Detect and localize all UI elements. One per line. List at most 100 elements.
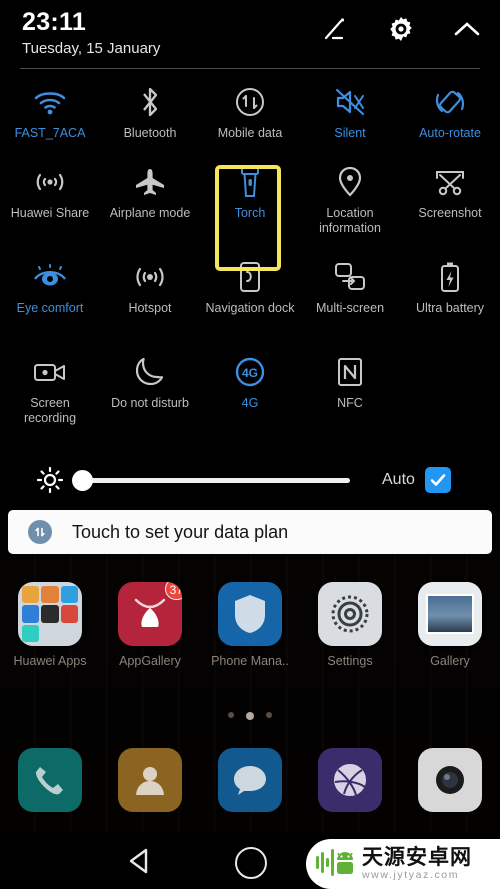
- tile-do-not-disturb[interactable]: Do not disturb: [100, 350, 200, 445]
- huawei-share-icon: [33, 160, 67, 204]
- camera-icon: [418, 748, 482, 812]
- folder-icon: [18, 582, 82, 646]
- brightness-row: Auto: [0, 455, 500, 505]
- tile-auto-rotate[interactable]: Auto-rotate: [400, 80, 500, 160]
- dock-item-phone[interactable]: [0, 748, 100, 812]
- tile-label: Auto-rotate: [419, 126, 481, 140]
- tile-label: NFC: [337, 396, 363, 410]
- torch-icon: [238, 160, 262, 204]
- tile-label: 4G: [241, 396, 259, 410]
- silent-icon: [334, 80, 366, 124]
- home-app-huawei-apps[interactable]: Huawei Apps: [0, 582, 100, 668]
- tile-screen-recording[interactable]: Screen recording: [0, 350, 100, 445]
- svg-text:4G: 4G: [242, 366, 258, 380]
- screenshot-icon: [434, 160, 466, 204]
- back-triangle-icon[interactable]: [126, 847, 152, 880]
- tile-label: Navigation dock: [205, 301, 295, 315]
- tile-mobile-data[interactable]: Mobile data: [200, 80, 300, 160]
- home-app-grid: Huawei Apps 37 AppGallery Phone Mana.. S…: [0, 582, 500, 668]
- notification-text: Touch to set your data plan: [72, 521, 289, 542]
- dock-item-camera[interactable]: [400, 748, 500, 812]
- tile-label: Do not disturb: [111, 396, 189, 410]
- home-app-settings[interactable]: Settings: [300, 582, 400, 668]
- appgallery-icon: 37: [118, 582, 182, 646]
- screen-recording-icon: [33, 350, 67, 394]
- tile-multi-screen[interactable]: Multi-screen: [300, 255, 400, 350]
- tile-4g[interactable]: 4G 4G: [200, 350, 300, 445]
- tile-silent[interactable]: Silent: [300, 80, 400, 160]
- tile-ultra-battery[interactable]: Ultra battery: [400, 255, 500, 350]
- settings-gear-icon: [318, 582, 382, 646]
- settings-gear-icon[interactable]: [386, 14, 416, 44]
- bluetooth-icon: [138, 80, 162, 124]
- app-label: Phone Mana..: [211, 654, 289, 668]
- tile-row-2: Huawei Share Airplane mode Torch Locatio…: [0, 160, 500, 255]
- browser-icon: [318, 748, 382, 812]
- app-label: AppGallery: [119, 654, 181, 668]
- tile-label: Silent: [334, 126, 366, 140]
- wifi-icon: [33, 80, 67, 124]
- tile-label: Airplane mode: [109, 206, 191, 220]
- page-dot: [228, 712, 234, 718]
- watermark-url: www.jytyaz.com: [362, 868, 460, 881]
- status-date: Tuesday, 15 January: [22, 40, 161, 57]
- auto-brightness-checkbox[interactable]: [424, 467, 451, 493]
- tile-label: Mobile data: [217, 126, 283, 140]
- tile-label: Hotspot: [128, 301, 172, 315]
- tile-row-1: FAST_7ACA Bluetooth Mobile data Silent A…: [0, 80, 500, 160]
- tile-hotspot[interactable]: Hotspot: [100, 255, 200, 350]
- tile-label: Screenshot: [418, 206, 482, 220]
- tile-torch[interactable]: Torch: [200, 160, 300, 255]
- brightness-slider[interactable]: [72, 469, 350, 491]
- tile-location-information[interactable]: Location information: [300, 160, 400, 255]
- page-dot-active: [246, 712, 254, 720]
- ultra-battery-icon: [439, 255, 461, 299]
- airplane-icon: [134, 160, 166, 204]
- panel-header: 23:11 Tuesday, 15 January: [0, 0, 500, 69]
- home-app-gallery[interactable]: Gallery: [400, 582, 500, 668]
- brightness-slider-thumb[interactable]: [72, 469, 93, 491]
- navigation-dock-icon: [238, 255, 262, 299]
- tile-label: Bluetooth: [123, 126, 177, 140]
- phone-manager-shield-icon: [218, 582, 282, 646]
- app-label: Gallery: [430, 654, 470, 668]
- auto-brightness-label: Auto: [382, 471, 415, 488]
- tile-bluetooth[interactable]: Bluetooth: [100, 80, 200, 160]
- quick-settings-tiles: FAST_7ACA Bluetooth Mobile data Silent A…: [0, 80, 500, 445]
- tile-huawei-share[interactable]: Huawei Share: [0, 160, 100, 255]
- hotspot-icon: [134, 255, 166, 299]
- tile-label: Eye comfort: [16, 301, 84, 315]
- tile-nfc[interactable]: NFC: [300, 350, 400, 445]
- home-circle-icon[interactable]: [235, 847, 267, 879]
- dock-item-browser[interactable]: [300, 748, 400, 812]
- tile-screenshot[interactable]: Screenshot: [400, 160, 500, 255]
- 4g-icon: 4G: [234, 350, 266, 394]
- tile-navigation-dock[interactable]: Navigation dock: [200, 255, 300, 350]
- home-app-phone-manager[interactable]: Phone Mana..: [200, 582, 300, 668]
- eye-comfort-icon: [33, 255, 67, 299]
- location-pin-icon: [337, 160, 363, 204]
- tile-wifi[interactable]: FAST_7ACA: [0, 80, 100, 160]
- tile-empty-slot: [400, 350, 500, 445]
- data-plan-notification[interactable]: Touch to set your data plan: [8, 510, 492, 554]
- dock-item-contacts[interactable]: [100, 748, 200, 812]
- dock-item-messages[interactable]: [200, 748, 300, 812]
- collapse-chevron-up-icon[interactable]: [452, 14, 482, 44]
- tile-airplane-mode[interactable]: Airplane mode: [100, 160, 200, 255]
- multi-screen-icon: [334, 255, 366, 299]
- tile-label: Huawei Share: [10, 206, 90, 220]
- tile-eye-comfort[interactable]: Eye comfort: [0, 255, 100, 350]
- mobile-data-icon: [234, 80, 266, 124]
- header-divider: [20, 68, 480, 69]
- home-app-appgallery[interactable]: 37 AppGallery: [100, 582, 200, 668]
- tile-label: Screen recording: [23, 396, 77, 425]
- edit-icon[interactable]: [320, 14, 350, 44]
- auto-rotate-icon: [434, 80, 466, 124]
- app-label: Settings: [327, 654, 373, 668]
- watermark-title: 天源安卓网: [362, 845, 472, 869]
- tile-row-3: Eye comfort Hotspot Navigation dock Mult…: [0, 255, 500, 350]
- tile-row-4: Screen recording Do not disturb 4G 4G NF…: [0, 350, 500, 445]
- contacts-icon: [118, 748, 182, 812]
- quick-settings-panel: 23:11 Tuesday, 15 January FAST_7ACA Blue…: [0, 0, 500, 512]
- brightness-sun-icon: [36, 466, 64, 494]
